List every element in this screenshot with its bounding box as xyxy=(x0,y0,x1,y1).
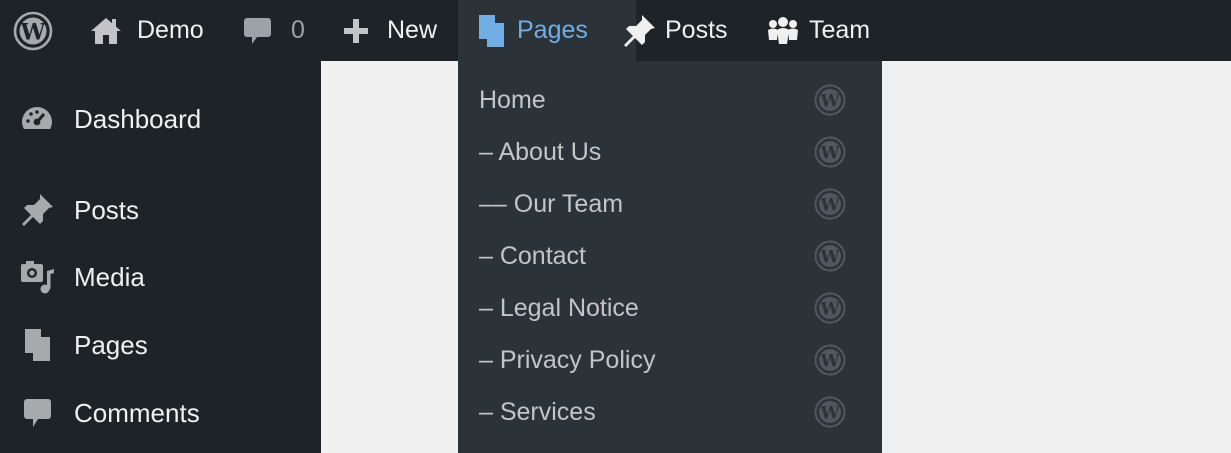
svg-text:W: W xyxy=(20,19,46,45)
comment-bubble-icon xyxy=(18,394,56,432)
svg-text:W: W xyxy=(819,300,840,320)
wordpress-logo-icon: W xyxy=(813,135,847,169)
sidebar-label-comments: Comments xyxy=(74,397,200,428)
posts-link[interactable]: Posts xyxy=(622,0,728,61)
wordpress-logo-icon: W xyxy=(813,83,847,117)
page-link-label: – Services xyxy=(479,397,596,426)
wordpress-logo-icon: W xyxy=(813,343,847,377)
comments-count: 0 xyxy=(291,16,305,44)
svg-text:W: W xyxy=(819,196,840,216)
pushpin-icon xyxy=(18,191,56,229)
pages-menu-item[interactable]: – Services W xyxy=(458,386,882,438)
new-label: New xyxy=(387,16,438,44)
page-link-label: – Legal Notice xyxy=(479,293,639,322)
page-link-label: Home xyxy=(479,85,546,114)
pages-dropdown-menu: Home W – About Us W –– Our Team W – Cont… xyxy=(458,61,882,453)
team-link[interactable]: Team xyxy=(766,0,870,61)
wordpress-logo-icon: W xyxy=(813,395,847,429)
pages-label: Pages xyxy=(517,16,588,44)
svg-text:W: W xyxy=(819,352,840,372)
pushpin-icon xyxy=(622,14,656,48)
pages-menu-item[interactable]: – Contact W xyxy=(458,230,882,282)
comments-link[interactable]: 0 xyxy=(243,0,305,61)
home-icon xyxy=(89,16,123,46)
wordpress-logo-icon: W xyxy=(13,11,53,51)
page-link-label: – Privacy Policy xyxy=(479,345,656,374)
sidebar-item-comments[interactable]: Comments xyxy=(0,391,321,435)
team-label: Team xyxy=(809,16,871,44)
pages-menu-item[interactable]: –– Our Team W xyxy=(458,178,882,230)
pages-menu-item[interactable]: – Privacy Policy W xyxy=(458,334,882,386)
svg-text:W: W xyxy=(819,404,840,424)
site-name-link[interactable]: Demo xyxy=(89,0,204,61)
sidebar-item-posts[interactable]: Posts xyxy=(0,188,321,232)
sidebar-item-dashboard[interactable]: Dashboard xyxy=(0,97,321,141)
sidebar-label-posts: Posts xyxy=(74,194,140,225)
dashboard-gauge-icon xyxy=(18,100,56,138)
new-content-button[interactable]: New xyxy=(342,0,437,61)
sidebar-label-dashboard: Dashboard xyxy=(74,103,202,134)
plus-icon xyxy=(342,17,370,45)
sidebar-item-media[interactable]: Media xyxy=(0,255,321,299)
pages-menu-button[interactable]: Pages xyxy=(458,0,636,61)
page-link-label: – About Us xyxy=(479,137,602,166)
pages-icon xyxy=(478,14,505,48)
site-name-label: Demo xyxy=(137,16,204,44)
pages-menu-item[interactable]: Home W xyxy=(458,74,882,126)
comment-bubble-icon xyxy=(243,16,272,46)
wordpress-logo-icon: W xyxy=(813,187,847,221)
svg-text:W: W xyxy=(819,92,840,112)
svg-text:W: W xyxy=(819,248,840,268)
wordpress-logo-icon: W xyxy=(813,291,847,325)
pages-menu-item[interactable]: – Legal Notice W xyxy=(458,282,882,334)
pages-icon xyxy=(18,326,56,364)
wordpress-logo-icon: W xyxy=(813,239,847,273)
posts-label: Posts xyxy=(665,16,728,44)
page-link-label: –– Our Team xyxy=(479,189,624,218)
sidebar-label-media: Media xyxy=(74,261,145,292)
svg-text:W: W xyxy=(819,144,840,164)
admin-sidebar: Dashboard Posts Media Pages Comments xyxy=(0,61,321,453)
media-icon xyxy=(18,258,56,296)
groups-icon xyxy=(766,16,800,46)
page-link-label: – Contact xyxy=(479,241,587,270)
sidebar-label-pages: Pages xyxy=(74,329,148,360)
admin-bar: W Demo 0 New Pages Posts Team xyxy=(0,0,1231,61)
sidebar-item-pages[interactable]: Pages xyxy=(0,323,321,367)
wordpress-menu-button[interactable]: W xyxy=(13,0,57,61)
pages-menu-item[interactable]: – About Us W xyxy=(458,126,882,178)
